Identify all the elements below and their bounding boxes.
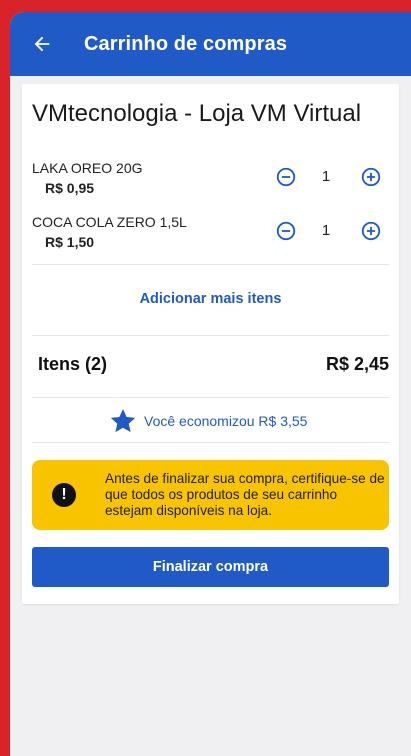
add-more-items-link[interactable]: Adicionar mais itens: [22, 291, 399, 307]
arrow-left-icon: [34, 36, 50, 52]
star-icon: [110, 409, 136, 433]
page-title: Carrinho de compras: [84, 32, 288, 55]
back-button[interactable]: [24, 26, 60, 62]
item-price: R$ 1,50: [45, 234, 95, 250]
divider: [32, 335, 389, 336]
plus-circle-icon: [361, 221, 381, 241]
warning-text: Antes de finalizar sua compra, certifiqu…: [105, 471, 385, 518]
plus-circle-icon: [361, 167, 381, 187]
minus-circle-icon: [276, 167, 296, 187]
divider: [32, 264, 389, 265]
increase-quantity-button[interactable]: [358, 164, 384, 190]
savings-info: Você economizou R$ 3,55: [108, 406, 307, 436]
cart-card: VMtecnologia - Loja VM Virtual LAKA OREO…: [22, 84, 399, 604]
decrease-quantity-button[interactable]: [273, 218, 299, 244]
divider: [32, 442, 389, 443]
app-bar: Carrinho de compras: [10, 12, 411, 76]
cart-item: LAKA OREO 20G R$ 0,95 1: [22, 160, 399, 210]
exclamation-icon: !: [52, 483, 76, 507]
divider: [32, 397, 389, 398]
savings-text: Você economizou R$ 3,55: [144, 413, 308, 429]
increase-quantity-button[interactable]: [358, 218, 384, 244]
availability-warning: ! Antes de finalizar sua compra, certifi…: [32, 460, 389, 530]
minus-circle-icon: [276, 221, 296, 241]
item-quantity: 1: [321, 168, 331, 185]
items-count-label: Itens (2): [38, 354, 108, 374]
finalize-purchase-button[interactable]: Finalizar compra: [32, 547, 389, 587]
item-price: R$ 0,95: [45, 180, 95, 196]
cart-item: COCA COLA ZERO 1,5L R$ 1,50 1: [22, 214, 399, 264]
app-screen: Carrinho de compras VMtecnologia - Loja …: [10, 12, 411, 756]
store-name: VMtecnologia - Loja VM Virtual: [32, 100, 362, 127]
item-name: COCA COLA ZERO 1,5L: [32, 214, 187, 230]
item-name: LAKA OREO 20G: [32, 160, 143, 176]
item-quantity: 1: [321, 222, 331, 239]
total-value: R$ 2,45: [325, 354, 389, 374]
decrease-quantity-button[interactable]: [273, 164, 299, 190]
